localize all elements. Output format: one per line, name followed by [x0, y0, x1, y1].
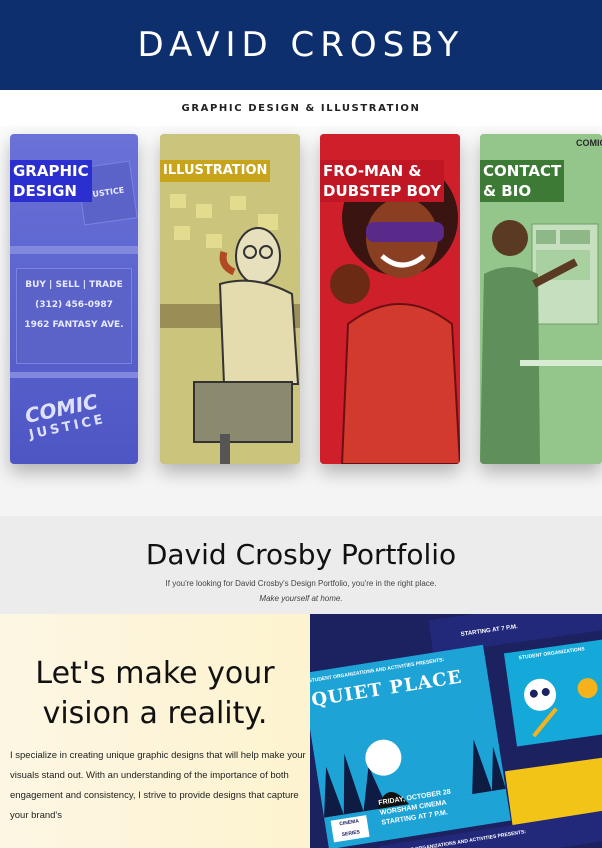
character-shirt [340, 303, 460, 464]
card-label-line: DUBSTEP BOY [323, 182, 442, 200]
heading-line: vision a reality. [42, 696, 268, 731]
quiet-place-poster[interactable]: STUDENT ORGANIZATIONS AND ACTIVITIES PRE… [310, 644, 511, 848]
ledge [10, 372, 138, 378]
illustration-art [160, 134, 300, 464]
site-header: DAVID CROSBY [0, 0, 602, 90]
card-label-line: ILLUSTRATION [163, 163, 268, 178]
character-head [235, 227, 281, 285]
site-tagline: GRAPHIC DESIGN & ILLUSTRATION [181, 102, 421, 114]
store-sign-line: 1962 FANTASY AVE. [24, 320, 124, 330]
card-label: ILLUSTRATION [160, 160, 271, 182]
poster-text: COMIC [576, 138, 602, 148]
skull-art [524, 678, 598, 738]
heading-line: Let's make your [35, 656, 275, 691]
card-label-line: GRAPHIC [13, 162, 89, 180]
card-illustration[interactable]: ILLUSTRATION [160, 134, 300, 464]
card-label: GRAPHIC DESIGN [10, 160, 92, 202]
sticky-note [206, 234, 222, 248]
sticky-note [174, 226, 190, 240]
about-body: I specialize in creating unique graphic … [10, 750, 306, 821]
sticky-note [170, 194, 186, 208]
card-label-line: & BIO [483, 182, 532, 200]
about-section: Let's make your vision a reality. I spec… [0, 614, 602, 848]
second-poster[interactable]: STUDENT ORGANIZATIONS [503, 639, 602, 747]
card-label-line: DESIGN [13, 182, 77, 200]
store-sign-line: (312) 456-0987 [35, 300, 113, 310]
card-label-line: FRO-MAN & [323, 162, 422, 180]
poster-showcase: STARTING AT 7 P.M. STUDENT ORGANIZATIONS… [310, 614, 602, 848]
chair [193, 381, 293, 443]
about-heading: Let's make your vision a reality. [0, 654, 310, 734]
store-sign-line: BUY | SELL | TRADE [25, 280, 123, 290]
card-contact-bio[interactable]: COMIC CONTACT & BIO [480, 134, 602, 464]
ledge [10, 246, 138, 254]
card-label: FRO-MAN & DUBSTEP BOY [320, 160, 445, 202]
sticky-note [230, 196, 246, 210]
portfolio-title: David Crosby Portfolio [145, 538, 457, 571]
sticky-note [196, 204, 212, 218]
card-label: CONTACT & BIO [480, 160, 565, 202]
person-head [492, 220, 528, 256]
fist [330, 264, 370, 304]
store-sign: BUY | SELL | TRADE (312) 456-0987 1962 F… [16, 268, 132, 364]
poster-strip-text: STARTING AT 7 P.M. [460, 624, 519, 639]
cinema-badge: CINEMA SERIES [330, 815, 370, 843]
portfolio-welcome: Make yourself at home. [259, 594, 343, 603]
portfolio-intro: David Crosby Portfolio If you're looking… [0, 516, 602, 614]
portfolio-description: If you're looking for David Crosby's Des… [165, 579, 437, 588]
card-label-line: CONTACT [483, 162, 562, 180]
visor-glasses [366, 222, 444, 242]
site-title[interactable]: DAVID CROSBY [138, 25, 465, 65]
comic-justice-logo: COMIC JUSTICE [23, 388, 107, 442]
card-fro-man[interactable]: FRO-MAN & DUBSTEP BOY [320, 134, 460, 464]
category-cards: JUSTICE BUY | SELL | TRADE (312) 456-098… [0, 126, 602, 516]
character-body [218, 279, 300, 385]
card-graphic-design[interactable]: JUSTICE BUY | SELL | TRADE (312) 456-098… [10, 134, 138, 464]
about-text-panel: Let's make your vision a reality. I spec… [0, 614, 310, 848]
